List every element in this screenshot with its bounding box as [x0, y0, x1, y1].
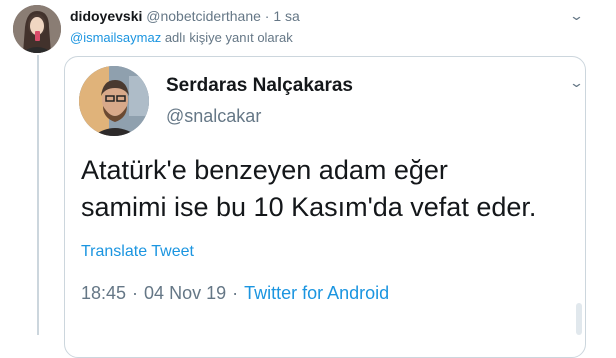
- reply-handle[interactable]: @nobetciderthane: [146, 8, 261, 24]
- chevron-down-icon[interactable]: ⌄: [569, 8, 584, 24]
- tweet-timestamp: 18:45 · 04 Nov 19 · Twitter for Android: [81, 283, 389, 304]
- timestamp-separator: ·: [132, 283, 139, 303]
- thread-line: [37, 55, 39, 335]
- reply-context: @ismailsaymaz adlı kişiye yanıt olarak: [70, 30, 293, 45]
- quoted-handle[interactable]: @snalcakar: [166, 106, 261, 127]
- quoted-avatar-image: [79, 66, 149, 136]
- reply-time[interactable]: 1 sa: [273, 8, 299, 24]
- source-separator: ·: [232, 283, 239, 303]
- tweet-source-link[interactable]: Twitter for Android: [244, 283, 389, 303]
- reply-context-text: adlı kişiye yanıt olarak: [161, 30, 293, 45]
- quoted-display-name[interactable]: Serdaras Nalçakaras: [166, 75, 353, 97]
- quoted-tweet-text: Atatürk'e benzeyen adam eğer samimi ise …: [81, 155, 537, 222]
- tweet-time[interactable]: 18:45: [81, 283, 126, 303]
- quoted-avatar[interactable]: [79, 66, 149, 136]
- avatar-image: [13, 5, 61, 53]
- reply-header: didoyevski @nobetciderthane · 1 sa: [70, 8, 300, 24]
- avatar[interactable]: [13, 5, 61, 53]
- reply-separator: ·: [264, 8, 270, 24]
- reply-to-link[interactable]: @ismailsaymaz: [70, 30, 161, 45]
- tweet-date[interactable]: 04 Nov 19: [144, 283, 226, 303]
- scrollbar[interactable]: [576, 303, 582, 335]
- reply-display-name[interactable]: didoyevski: [70, 8, 142, 24]
- quoted-chevron-down-icon[interactable]: ⌄: [569, 75, 584, 91]
- translate-tweet-link[interactable]: Translate Tweet: [81, 243, 194, 261]
